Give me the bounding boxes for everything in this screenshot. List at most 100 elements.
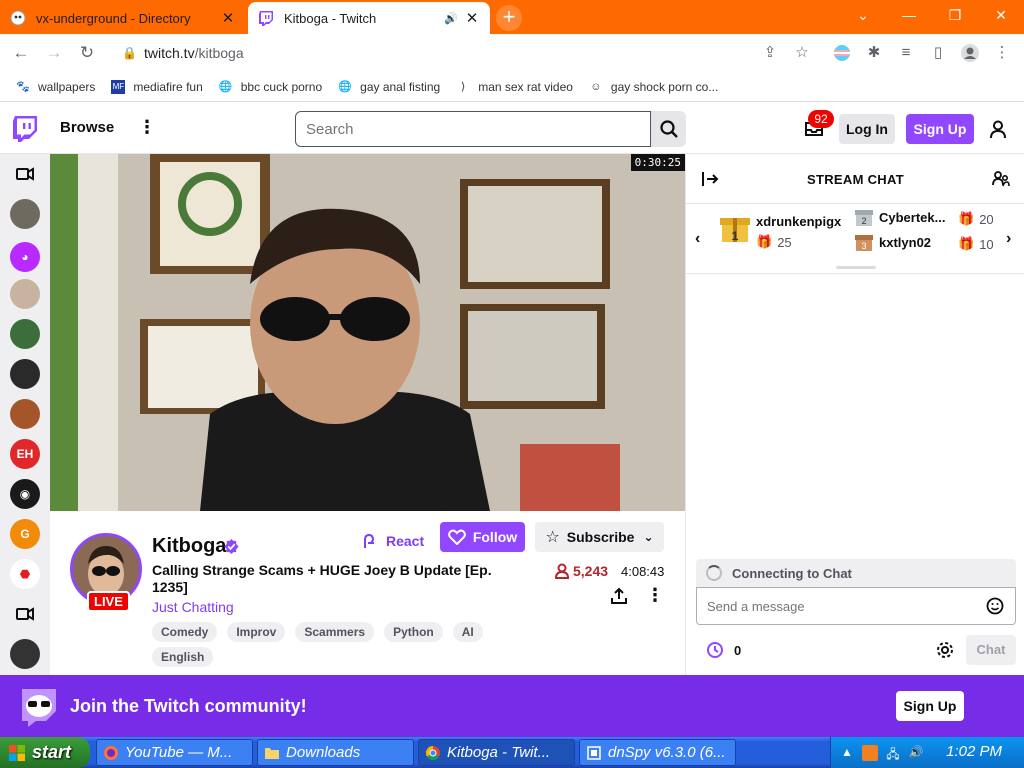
extension-flag-icon[interactable] (832, 43, 852, 63)
tag-scammers[interactable]: Scammers (295, 622, 375, 642)
viewers-person-icon (554, 563, 570, 579)
community-users-icon[interactable] (992, 170, 1010, 188)
twitch-logo-icon[interactable] (12, 115, 38, 143)
log-in-button[interactable]: Log In (839, 114, 895, 144)
channel-name[interactable]: Kitboga (152, 535, 226, 558)
channel-avatar[interactable] (10, 359, 40, 389)
bookmark-wallpapers[interactable]: 🐾 wallpapers (16, 80, 95, 94)
banner-sign-up-button[interactable]: Sign Up (896, 691, 964, 721)
gifter-name[interactable]: xdrunkenpigx (756, 214, 841, 229)
extensions-puzzle-icon[interactable]: ✱ (864, 43, 884, 63)
bookmark-label: gay shock porn co... (610, 79, 719, 94)
tag-english[interactable]: English (152, 647, 214, 667)
address-bar[interactable]: 🔒 twitch.tv/kitboga (112, 38, 822, 68)
rank-label: 2 (861, 216, 866, 226)
lock-icon[interactable]: 🔒 (122, 46, 137, 60)
stream-timer: 0:30:25 (630, 154, 685, 171)
bookmark-4[interactable]: 🌐 gay anal fisting (338, 80, 440, 94)
profile-avatar-icon[interactable] (960, 43, 980, 63)
volume-icon[interactable]: 🔊 (908, 745, 924, 761)
channel-avatar[interactable]: ◉ (10, 479, 40, 509)
channel-avatar[interactable]: ⬣ (10, 559, 40, 589)
channel-avatar[interactable]: EH (10, 439, 40, 469)
channel-avatar[interactable] (10, 399, 40, 429)
url-host: twitch.tv (144, 45, 195, 61)
search-button[interactable] (651, 111, 686, 147)
share-icon[interactable] (610, 587, 628, 605)
media-controls-icon[interactable]: ≡ (896, 43, 916, 63)
tab-search-chevron-icon[interactable]: ⌄ (840, 0, 886, 30)
browser-toolbar: ← → ↻ 🔒 twitch.tv/kitboga ⇪ ☆ ✱ ≡ ▯ ⋮ (0, 34, 1024, 72)
bookmark-mediafire[interactable]: MF mediafire fun (111, 79, 203, 94)
channel-avatar[interactable] (10, 199, 40, 229)
minimize-button[interactable]: — (886, 0, 932, 30)
tag-comedy[interactable]: Comedy (152, 622, 218, 642)
start-button[interactable]: start (0, 737, 90, 768)
tab-close-icon[interactable]: ✕ (464, 9, 480, 27)
network-icon[interactable]: 🖧 (885, 745, 901, 761)
recommended-channels-icon[interactable] (15, 164, 35, 184)
search-input[interactable] (295, 111, 651, 147)
chat-title: STREAM CHAT (807, 172, 904, 187)
taskbar-item-chrome[interactable]: Kitboga - Twit... (418, 739, 575, 766)
gift-icon: 🎁 (958, 211, 975, 226)
forward-button[interactable]: → (43, 42, 65, 64)
tag-python[interactable]: Python (384, 622, 443, 642)
bookmark-3[interactable]: 🌐 bbc cuck porno (219, 80, 322, 94)
taskbar-item-downloads[interactable]: Downloads (257, 739, 414, 766)
tab-kitboga-twitch[interactable]: Kitboga - Twitch 🔊 ✕ (248, 2, 490, 34)
taskbar-item-youtube[interactable]: YouTube — M... (96, 739, 253, 766)
chat-send-button[interactable]: Chat (966, 635, 1016, 665)
reload-button[interactable]: ↻ (76, 42, 98, 64)
subscribe-button[interactable]: ☆ Subscribe ⌄ (535, 522, 664, 552)
browser-menu-icon[interactable]: ⋮ (992, 43, 1012, 63)
sign-up-button[interactable]: Sign Up (906, 114, 974, 144)
tray-app-icon[interactable] (862, 744, 878, 761)
channel-points[interactable]: 0 (706, 641, 741, 659)
back-button[interactable]: ← (10, 42, 32, 64)
emote-picker-icon[interactable] (986, 597, 1004, 615)
channel-avatar[interactable]: G (10, 519, 40, 549)
speaker-icon[interactable]: 🔊 (444, 12, 458, 25)
leaderboard-prev-icon[interactable]: ‹ (695, 230, 700, 248)
browse-link[interactable]: Browse (60, 119, 114, 136)
react-button[interactable]: React (360, 526, 424, 556)
bookmark-label: mediafire fun (133, 79, 203, 94)
dnspy-icon (587, 745, 601, 760)
bookmark-star-icon[interactable]: ☆ (792, 43, 812, 63)
tray-expand-icon[interactable]: ▲ (839, 745, 855, 761)
more-options-icon[interactable]: ⋮ (646, 585, 664, 606)
gifter-name[interactable]: kxtlyn02 (879, 235, 931, 250)
viewer-count: 5,243 (554, 563, 608, 579)
channel-avatar[interactable] (10, 639, 40, 669)
channel-avatar[interactable] (10, 319, 40, 349)
video-player[interactable]: 0:30:25 (50, 154, 685, 511)
taskbar-item-dnspy[interactable]: dnSpy v6.3.0 (6... (579, 739, 736, 766)
gifter-name[interactable]: Cybertek... (879, 210, 945, 225)
channel-avatar[interactable]: ◕ (10, 242, 40, 272)
leaderboard-next-icon[interactable]: › (1006, 230, 1011, 248)
tag-improv[interactable]: Improv (227, 622, 286, 642)
chat-settings-gear-icon[interactable] (936, 641, 954, 659)
channel-avatar[interactable] (10, 279, 40, 309)
bookmark-6[interactable]: ☺ gay shock porn co... (589, 80, 718, 94)
tab-vx-underground[interactable]: vx-underground - Directory ✕ (0, 2, 246, 34)
bookmark-5[interactable]: ⟩ man sex rat video (456, 80, 573, 94)
restore-button[interactable]: ❐ (932, 0, 978, 30)
tag-ai[interactable]: AI (452, 622, 483, 642)
share-icon[interactable]: ⇪ (760, 43, 780, 63)
chat-message-input[interactable] (696, 587, 1016, 625)
follow-button[interactable]: Follow (440, 522, 525, 552)
gift-count: 🎁 25 (756, 234, 792, 250)
recommended-channels-icon[interactable] (15, 604, 35, 624)
bookmark-label: man sex rat video (478, 79, 573, 94)
tab-close-icon[interactable]: ✕ (220, 9, 236, 27)
folder-icon (265, 747, 279, 759)
more-options-icon[interactable]: ⋮ (138, 117, 156, 138)
url-path: /kitboga (194, 45, 244, 61)
user-menu-icon[interactable] (988, 119, 1008, 139)
category-link[interactable]: Just Chatting (152, 599, 234, 615)
close-window-button[interactable]: ✕ (978, 0, 1024, 30)
new-tab-button[interactable]: + (496, 5, 522, 31)
side-panel-icon[interactable]: ▯ (928, 43, 948, 63)
